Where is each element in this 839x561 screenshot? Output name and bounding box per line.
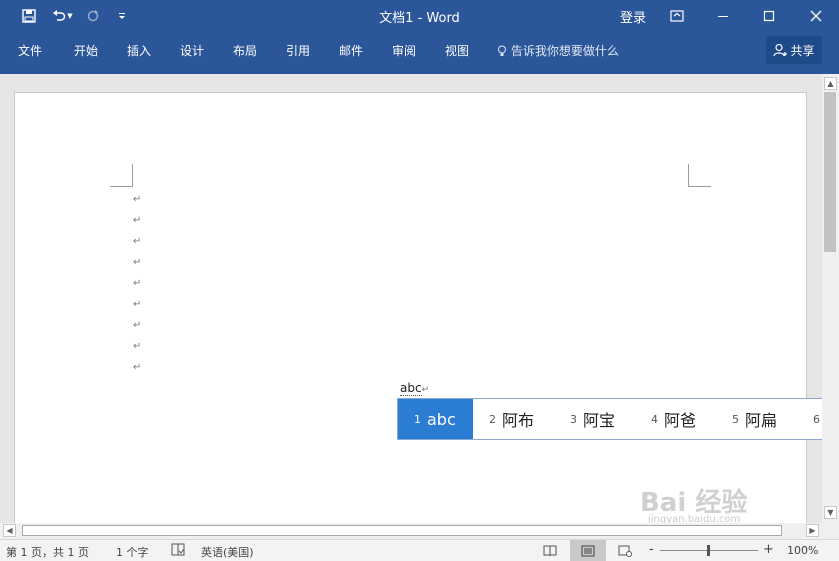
tell-me-label: 告诉我你想要做什么 bbox=[510, 44, 619, 58]
share-label: 共享 bbox=[790, 43, 815, 58]
proofing-icon[interactable] bbox=[171, 543, 185, 559]
tab-mailings[interactable]: 邮件 bbox=[339, 42, 363, 59]
maximize-icon[interactable] bbox=[746, 0, 792, 32]
paragraph-mark: ↵ bbox=[133, 194, 142, 205]
document-page[interactable]: ↵ ↵ ↵ ↵ ↵ ↵ ↵ ↵ ↵ abc↵ bbox=[14, 92, 807, 523]
ime-candidate[interactable]: 1 abc bbox=[398, 399, 473, 439]
share-button[interactable]: 共享 bbox=[766, 36, 822, 64]
ribbon-tabs: 文件 开始 插入 设计 布局 引用 邮件 审阅 视图 告诉我你想要做什么 共享 bbox=[0, 32, 839, 74]
vertical-scroll-thumb[interactable] bbox=[824, 92, 836, 252]
paragraph-mark: ↵ bbox=[133, 257, 142, 268]
paragraph-mark: ↵ bbox=[133, 278, 142, 289]
composition-text: abc↵ bbox=[400, 381, 430, 396]
print-layout-icon[interactable] bbox=[570, 540, 606, 561]
tell-me-search[interactable]: 告诉我你想要做什么 bbox=[497, 42, 619, 59]
crop-mark-right bbox=[688, 164, 711, 187]
zoom-slider-thumb[interactable] bbox=[707, 545, 710, 556]
tab-home[interactable]: 开始 bbox=[74, 42, 98, 59]
zoom-out-button[interactable]: - bbox=[649, 542, 654, 557]
read-mode-icon[interactable] bbox=[535, 540, 565, 561]
close-icon[interactable] bbox=[793, 0, 839, 32]
horizontal-scrollbar[interactable]: ◀ ▶ bbox=[0, 523, 839, 539]
tab-references[interactable]: 引用 bbox=[286, 42, 310, 59]
watermark-url: jingyan.baidu.com bbox=[648, 514, 741, 523]
language-indicator[interactable]: 英语(美国) bbox=[201, 544, 254, 560]
paragraph-mark: ↵ bbox=[133, 215, 142, 226]
login-link[interactable]: 登录 bbox=[620, 7, 646, 26]
lightbulb-icon bbox=[498, 45, 506, 56]
document-canvas[interactable]: ↵ ↵ ↵ ↵ ↵ ↵ ↵ ↵ ↵ abc↵ Bai 经验 jingyan.ba… bbox=[0, 74, 822, 523]
title-bar: ▼ 文档1 - Word 登录 bbox=[0, 0, 839, 32]
paragraph-mark: ↵ bbox=[133, 236, 142, 247]
minimize-icon[interactable] bbox=[700, 0, 746, 32]
tab-view[interactable]: 视图 bbox=[445, 42, 469, 59]
status-bar: 第 1 页，共 1 页 1 个字 英语(美国) - + 100% bbox=[0, 539, 839, 561]
ime-candidate[interactable]: 2 阿布 bbox=[489, 399, 534, 439]
horizontal-scroll-thumb[interactable] bbox=[22, 525, 782, 536]
vertical-scrollbar[interactable]: ▲ ▼ bbox=[822, 74, 839, 523]
tab-design[interactable]: 设计 bbox=[180, 42, 204, 59]
page-count[interactable]: 第 1 页，共 1 页 bbox=[6, 544, 89, 560]
crop-mark-left bbox=[110, 164, 133, 187]
tab-insert[interactable]: 插入 bbox=[127, 42, 151, 59]
paragraph-mark: ↵ bbox=[133, 320, 142, 331]
ime-candidate[interactable]: 4 阿爸 bbox=[651, 399, 696, 439]
tab-review[interactable]: 审阅 bbox=[392, 42, 416, 59]
scroll-up-icon[interactable]: ▲ bbox=[824, 77, 837, 90]
scroll-down-icon[interactable]: ▼ bbox=[824, 506, 837, 519]
tab-layout[interactable]: 布局 bbox=[233, 42, 257, 59]
paragraph-mark: ↵ bbox=[133, 362, 142, 373]
ime-candidate[interactable]: 3 阿宝 bbox=[570, 399, 615, 439]
ribbon-display-icon[interactable] bbox=[654, 0, 700, 32]
zoom-level[interactable]: 100% bbox=[787, 544, 818, 557]
ime-candidate-window: 1abc 2阿布 3阿宝 4阿爸 5阿扁 6中 bbox=[397, 398, 839, 440]
paragraph-mark: ↵ bbox=[133, 341, 142, 352]
web-layout-icon[interactable] bbox=[610, 540, 640, 561]
paragraph-mark: ↵ bbox=[421, 385, 430, 395]
scroll-left-icon[interactable]: ◀ bbox=[3, 524, 16, 537]
zoom-in-button[interactable]: + bbox=[763, 542, 774, 557]
ime-candidate[interactable]: 5 阿扁 bbox=[732, 399, 777, 439]
typed-text: abc bbox=[400, 381, 422, 396]
word-count[interactable]: 1 个字 bbox=[116, 544, 149, 560]
person-icon bbox=[773, 43, 788, 57]
paragraph-mark: ↵ bbox=[133, 299, 142, 310]
tab-file[interactable]: 文件 bbox=[18, 42, 42, 59]
scroll-right-icon[interactable]: ▶ bbox=[806, 524, 819, 537]
